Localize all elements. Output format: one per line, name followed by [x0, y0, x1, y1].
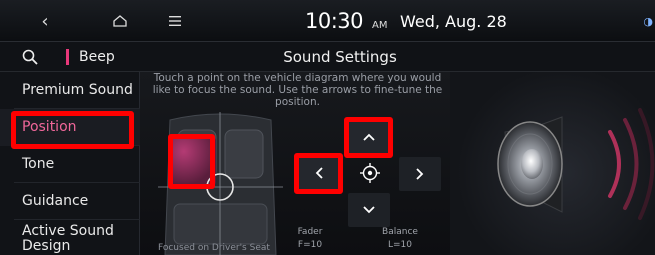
- chevron-left-icon: ‹: [41, 10, 49, 32]
- menu-icon: [169, 16, 181, 26]
- status-bar: ‹ 10:30 AM Wed, Aug. 28 ◑: [0, 0, 655, 42]
- sidebar-item-guidance[interactable]: Guidance: [0, 183, 140, 220]
- home-button[interactable]: [90, 0, 150, 42]
- chevron-right-icon: [416, 168, 424, 180]
- menu-button[interactable]: [155, 0, 195, 42]
- balance-label: Balance: [382, 227, 418, 237]
- center-position-button[interactable]: [355, 158, 385, 188]
- sidebar-item-label: Premium Sound: [22, 82, 133, 98]
- back-button[interactable]: ‹: [0, 0, 90, 42]
- beep-label: Beep: [79, 49, 115, 65]
- sidebar-item-tone[interactable]: Tone: [0, 146, 140, 183]
- beep-button[interactable]: Beep: [66, 46, 115, 68]
- date-text: Wed, Aug. 28: [400, 11, 507, 31]
- sidebar-item-label: Guidance: [22, 193, 89, 209]
- sidebar-item-label: Active Sound Design: [22, 223, 114, 254]
- fader-label: Fader: [297, 227, 323, 237]
- sidebar-item-premium-sound[interactable]: Premium Sound: [0, 72, 140, 109]
- highlight-left-arrow: [294, 153, 343, 194]
- focus-status-text: Focused on Driver's Seat: [158, 243, 270, 253]
- instruction-text: Touch a point on the vehicle diagram whe…: [152, 72, 443, 108]
- crosshair-icon: [360, 163, 380, 183]
- sidebar-item-active-sound-design[interactable]: Active Sound Design: [0, 220, 140, 255]
- chevron-down-icon: [363, 206, 375, 214]
- sidebar-item-label: Tone: [22, 156, 55, 172]
- down-arrow-button[interactable]: [348, 193, 390, 227]
- highlight-position: [11, 111, 134, 149]
- sidebar: Premium Sound Position Tone Guidance Act…: [0, 72, 140, 255]
- search-icon: [22, 49, 38, 65]
- page-title: Sound Settings: [283, 48, 397, 66]
- home-icon: [113, 15, 127, 27]
- search-button[interactable]: [0, 42, 60, 72]
- highlight-focus-area: [168, 134, 215, 189]
- sub-header: Beep Sound Settings: [0, 42, 655, 72]
- right-arrow-button[interactable]: [399, 157, 441, 191]
- connection-icon: ◑: [643, 14, 653, 28]
- highlight-up-arrow: [344, 117, 393, 158]
- beep-indicator: [66, 49, 69, 65]
- speaker-icon: [497, 108, 655, 220]
- speaker-panel: [450, 72, 655, 255]
- fader-value: F=10: [297, 240, 323, 250]
- clock-ampm: AM: [372, 19, 388, 31]
- clock-time: 10:30: [305, 9, 364, 33]
- balance-value: L=10: [387, 240, 412, 250]
